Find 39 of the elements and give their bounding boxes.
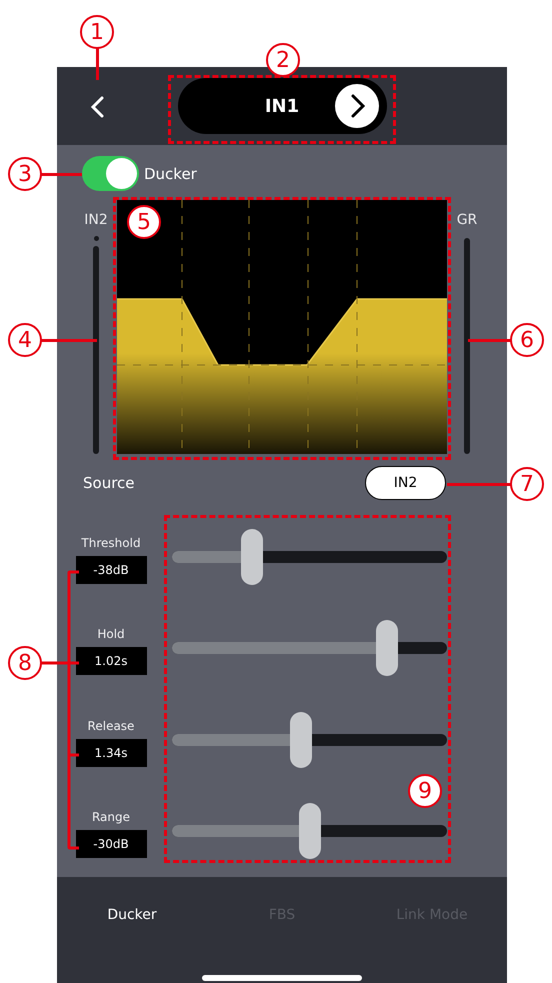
gain-reduction-label: GR — [456, 212, 478, 228]
callout-number: 8 — [8, 646, 42, 680]
channel-selector[interactable]: IN1 — [178, 78, 386, 134]
parameter-label: Release — [88, 718, 134, 733]
leader-line — [96, 48, 99, 80]
slider[interactable] — [172, 620, 447, 676]
callout-number: 7 — [510, 467, 544, 501]
slider[interactable] — [172, 803, 447, 860]
parameter-label: Range — [92, 810, 130, 824]
callout-number: 2 — [266, 43, 300, 77]
callout-number: 4 — [8, 323, 42, 357]
leader-line — [41, 339, 97, 342]
ducker-toggle[interactable] — [82, 156, 139, 191]
source-button[interactable]: IN2 — [365, 466, 446, 500]
parameter-label: Threshold — [81, 536, 141, 550]
parameter-label: Hold — [97, 627, 125, 642]
parameter-value: -38dB — [76, 556, 146, 584]
callout-number: 1 — [80, 15, 114, 49]
slider-thumb[interactable] — [376, 620, 398, 676]
leader-line — [447, 483, 511, 486]
tab[interactable]: Ducker — [57, 906, 207, 924]
ducker-label: Ducker — [144, 164, 197, 182]
slider[interactable] — [172, 528, 447, 585]
callout-number: 3 — [8, 157, 42, 191]
source-label: Source — [83, 474, 135, 492]
parameter-value: -30dB — [76, 830, 146, 858]
slider-thumb[interactable] — [290, 712, 312, 768]
leader-line — [41, 173, 82, 176]
parameter-value: 1.34s — [76, 738, 146, 767]
leader-line — [468, 339, 511, 342]
slider[interactable] — [172, 712, 447, 768]
slider-thumb[interactable] — [240, 528, 263, 585]
chevron-right-icon — [334, 84, 378, 128]
slider-thumb[interactable] — [298, 803, 320, 860]
callout-number: 6 — [510, 323, 544, 357]
back-chevron-icon[interactable] — [89, 96, 105, 118]
input-meter-label: IN2 — [84, 212, 108, 228]
parameter-value: 1.02s — [76, 647, 146, 676]
peak-dot — [94, 236, 98, 241]
